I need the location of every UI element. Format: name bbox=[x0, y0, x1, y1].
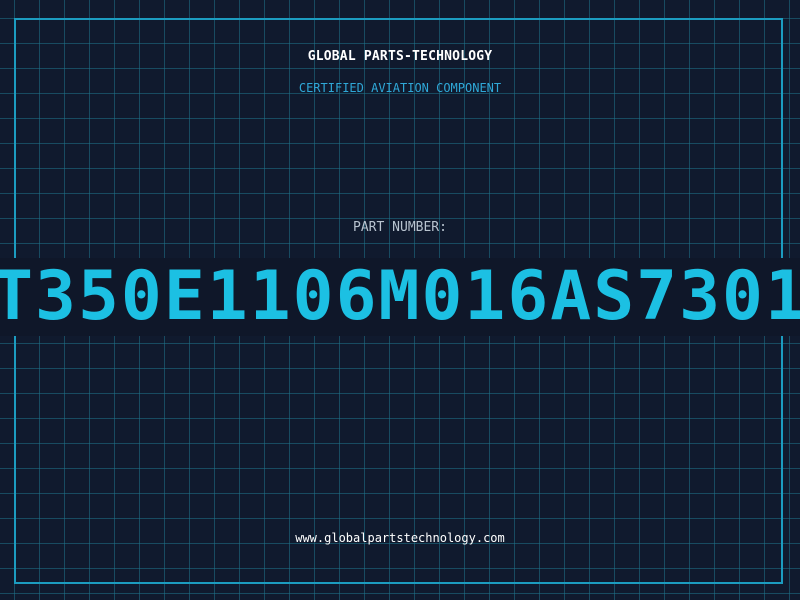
part-number-band: T350E1106M016AS7301 bbox=[0, 258, 800, 336]
part-number-label: PART NUMBER: bbox=[353, 220, 447, 235]
part-number-value: T350E1106M016AS7301 bbox=[0, 258, 800, 336]
certification-subtitle: CERTIFIED AVIATION COMPONENT bbox=[298, 81, 502, 95]
website-url[interactable]: www.globalpartstechnology.com bbox=[0, 530, 800, 546]
brand-title: GLOBAL PARTS-TECHNOLOGY bbox=[307, 49, 493, 64]
